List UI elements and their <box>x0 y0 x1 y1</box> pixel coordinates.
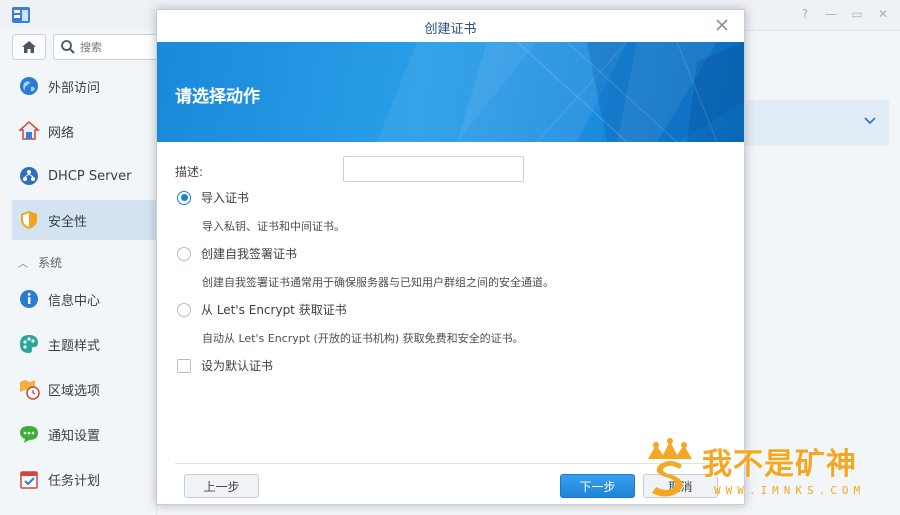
sidebar-item-task-scheduler[interactable]: 任务计划 <box>12 459 156 499</box>
default-certificate-option[interactable]: 设为默认证书 <box>177 357 273 374</box>
default-certificate-checkbox[interactable] <box>177 358 191 373</box>
checkbox-label: 设为默认证书 <box>201 359 274 373</box>
sidebar-item-label: 信息中心 <box>48 293 101 309</box>
sidebar: 外部访问 网络 DHCP Server 安全性 ︿ 系统 <box>0 30 157 515</box>
banner-title: 请选择动作 <box>175 87 260 107</box>
option-label: 从 Let's Encrypt 获取证书 <box>201 303 347 317</box>
description-input[interactable] <box>343 156 524 182</box>
maximize-icon[interactable]: ▭ <box>850 7 864 21</box>
dialog-title: 创建证书 <box>424 22 477 37</box>
option-import-certificate[interactable]: 导入证书 <box>177 189 249 206</box>
sidebar-item-external-access[interactable]: 外部访问 <box>12 66 156 106</box>
sidebar-item-label: 外部访问 <box>48 80 101 96</box>
close-window-icon[interactable]: ✕ <box>876 7 890 21</box>
palette-icon <box>18 333 40 355</box>
main-content-area <box>745 30 900 515</box>
minimize-icon[interactable]: — <box>824 7 838 21</box>
window-controls: ? — ▭ ✕ <box>798 7 890 21</box>
section-label: 系统 <box>38 256 63 270</box>
sidebar-item-security[interactable]: 安全性 <box>12 200 156 240</box>
dhcp-icon <box>18 165 40 187</box>
sidebar-item-label: 网络 <box>48 125 75 141</box>
option-label: 导入证书 <box>201 191 250 205</box>
sidebar-item-network[interactable]: 网络 <box>12 111 156 151</box>
option-description: 创建自我签署证书通常用于确保服务器与已知用户群组之间的安全通道。 <box>202 276 554 289</box>
control-panel-app-icon <box>12 7 30 23</box>
chevron-up-icon: ︿ <box>18 259 28 270</box>
calendar-check-icon <box>18 468 40 490</box>
option-self-signed[interactable]: 创建自我签署证书 <box>177 245 297 262</box>
radio-import-certificate[interactable] <box>177 190 191 205</box>
info-icon <box>18 288 40 310</box>
close-icon[interactable] <box>714 17 730 33</box>
sidebar-item-label: 主题样式 <box>48 338 101 354</box>
radio-self-signed[interactable] <box>177 246 191 261</box>
description-label: 描述: <box>175 165 204 179</box>
previous-button[interactable]: 上一步 <box>184 474 259 498</box>
list-item[interactable] <box>745 100 889 146</box>
footer-divider <box>175 463 726 464</box>
radio-lets-encrypt[interactable] <box>177 302 191 317</box>
sidebar-item-label: 任务计划 <box>48 473 101 489</box>
next-button[interactable]: 下一步 <box>560 474 635 498</box>
sidebar-item-label: 安全性 <box>48 214 88 230</box>
home-button[interactable] <box>12 34 46 60</box>
sidebar-item-theme[interactable]: 主题样式 <box>12 324 156 364</box>
option-lets-encrypt[interactable]: 从 Let's Encrypt 获取证书 <box>177 301 347 318</box>
globe-icon <box>18 75 40 97</box>
search-icon <box>61 40 75 54</box>
option-description: 自动从 Let's Encrypt (开放的证书机构) 获取免费和安全的证书。 <box>202 332 524 345</box>
option-description: 导入私钥、证书和中间证书。 <box>202 220 345 233</box>
sidebar-item-region[interactable]: 区域选项 <box>12 369 156 409</box>
create-certificate-dialog: 创建证书 请选择动作 描述: 导入证书 导入私钥、证书和中间证书。 创建自我签署… <box>156 9 745 505</box>
home-icon <box>22 41 36 53</box>
chevron-down-icon[interactable] <box>863 114 877 128</box>
option-label: 创建自我签署证书 <box>201 247 298 261</box>
shield-icon <box>18 209 40 231</box>
chat-bubble-icon <box>18 423 40 445</box>
sidebar-item-dhcp-server[interactable]: DHCP Server <box>12 156 156 196</box>
dialog-banner: 请选择动作 <box>157 42 744 142</box>
section-header-system[interactable]: ︿ 系统 <box>18 254 62 271</box>
network-house-icon <box>18 120 40 142</box>
search-input[interactable] <box>76 40 150 54</box>
help-icon[interactable]: ? <box>798 7 812 21</box>
sidebar-item-notification[interactable]: 通知设置 <box>12 414 156 454</box>
sidebar-item-info-center[interactable]: 信息中心 <box>12 279 156 319</box>
cancel-button[interactable]: 取消 <box>643 474 718 498</box>
sidebar-item-label: 通知设置 <box>48 428 101 444</box>
sidebar-item-label: 区域选项 <box>48 383 101 399</box>
region-clock-icon <box>18 378 40 400</box>
search-box[interactable] <box>53 34 157 60</box>
dialog-titlebar: 创建证书 <box>157 10 744 43</box>
sidebar-item-label: DHCP Server <box>48 168 132 184</box>
